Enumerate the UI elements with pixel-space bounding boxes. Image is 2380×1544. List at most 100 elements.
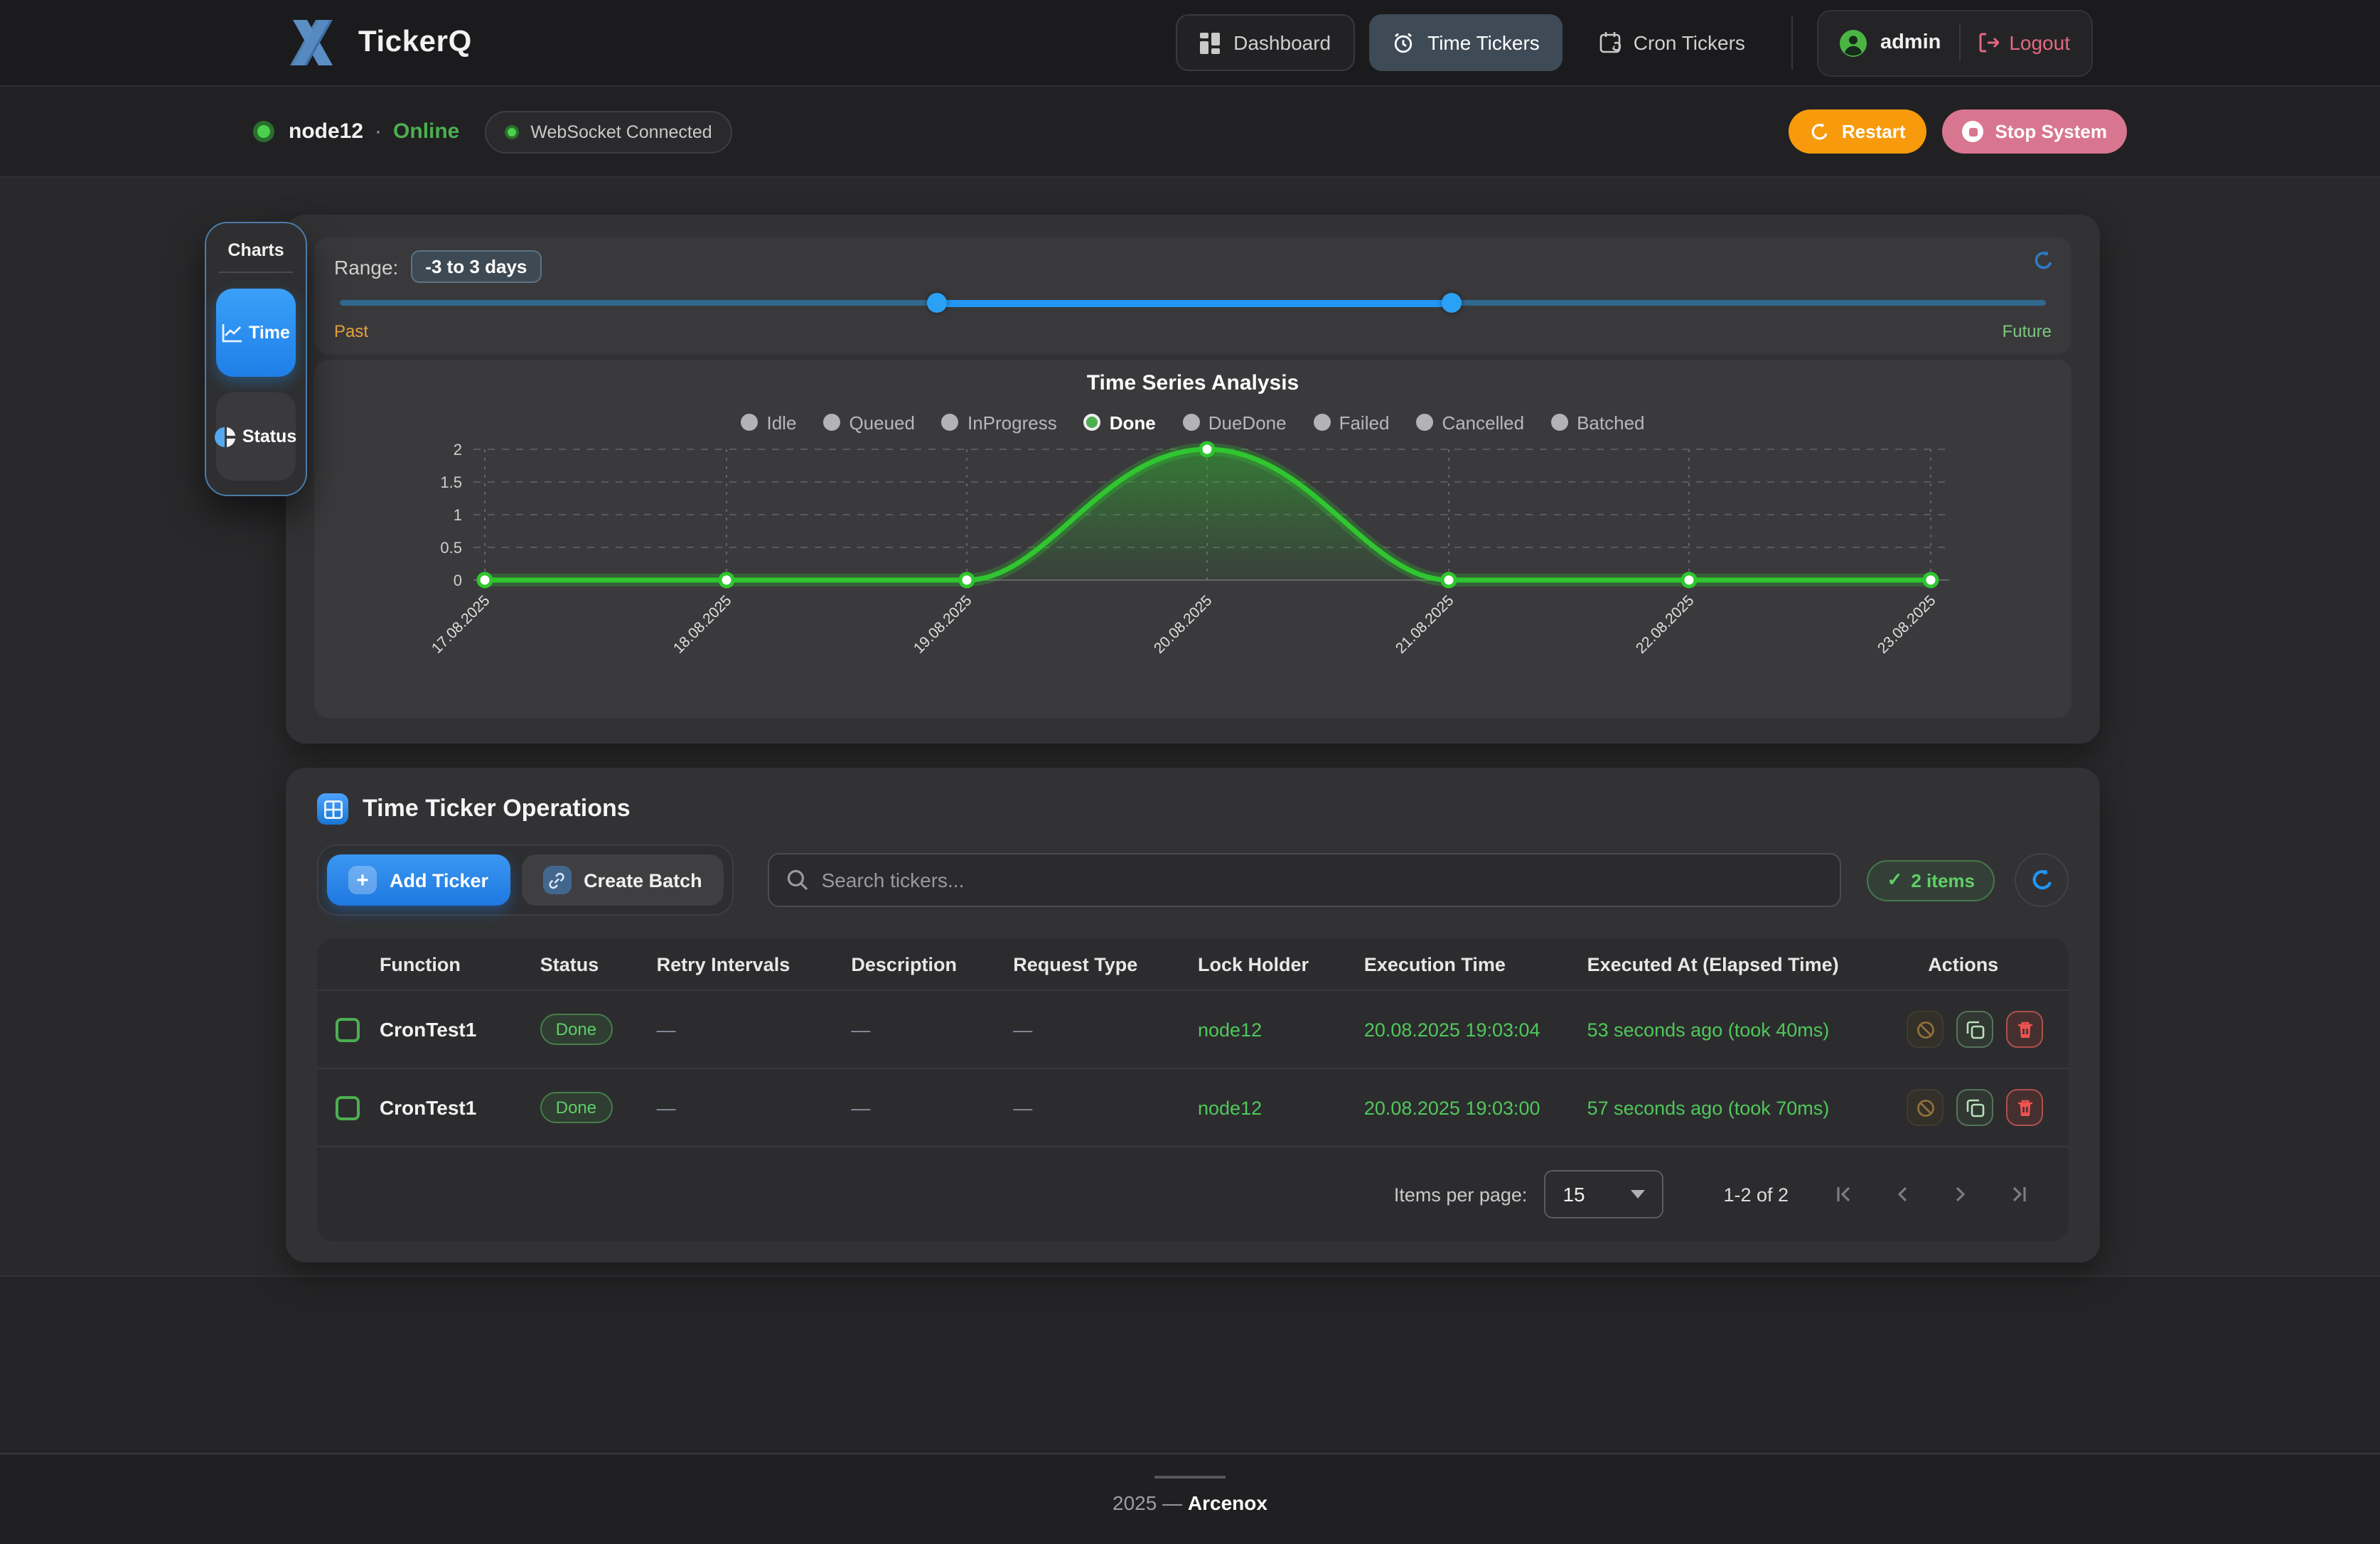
legend-queued[interactable]: Queued (823, 408, 915, 436)
legend-inprogress[interactable]: InProgress (942, 408, 1057, 436)
app-viewport: TickerQ Dashboard (0, 0, 2380, 1544)
cancel-action-button[interactable] (1907, 1089, 1944, 1126)
cell-lock-holder: node12 (1198, 1019, 1364, 1040)
row-checkbox[interactable] (336, 1017, 360, 1041)
delete-action-button[interactable] (2006, 1011, 2043, 1048)
col-description: Description (851, 953, 1013, 975)
last-page-button[interactable] (2009, 1184, 2029, 1204)
col-request-type: Request Type (1013, 953, 1198, 975)
slider-active-track[interactable] (937, 300, 1452, 307)
legend-dot (823, 414, 840, 431)
svg-text:22.08.2025: 22.08.2025 (1633, 592, 1698, 657)
legend-cancelled[interactable]: Cancelled (1416, 408, 1524, 436)
legend-dot (741, 414, 759, 431)
legend-failed[interactable]: Failed (1314, 408, 1390, 436)
slider-handle-end[interactable] (1442, 293, 1462, 313)
cell-retry: — (657, 1019, 852, 1040)
nav-dashboard[interactable]: Dashboard (1175, 14, 1355, 71)
cell-retry: — (657, 1097, 852, 1118)
col-lock-holder: Lock Holder (1198, 953, 1364, 975)
restart-button[interactable]: Restart (1789, 109, 1927, 154)
legend-idle[interactable]: Idle (741, 408, 797, 436)
delete-action-button[interactable] (2006, 1089, 2043, 1126)
nav-cron-tickers[interactable]: Cron Tickers (1577, 14, 1768, 71)
stop-system-button[interactable]: Stop System (1943, 109, 2128, 154)
operations-title: Time Ticker Operations (363, 795, 631, 823)
nav-group: Dashboard Time Tickers (1175, 14, 1768, 71)
search-box (768, 853, 1842, 907)
refresh-button[interactable] (2015, 853, 2069, 907)
stop-label: Stop System (1995, 121, 2108, 142)
items-per-page-select[interactable]: 15 (1544, 1170, 1663, 1218)
legend-duedone[interactable]: DueDone (1183, 408, 1287, 436)
create-batch-label: Create Batch (584, 869, 702, 891)
cancel-action-button[interactable] (1907, 1011, 1944, 1048)
duplicate-action-button[interactable] (1956, 1011, 1993, 1048)
svg-text:1.5: 1.5 (440, 473, 462, 491)
x-axis-ticks: 17.08.2025 18.08.2025 19.08.2025 20.08.2… (429, 592, 1939, 657)
nav-dashboard-label: Dashboard (1233, 31, 1331, 54)
user-name: admin (1880, 31, 1941, 54)
logout-button[interactable]: Logout (1979, 31, 2070, 54)
range-slider[interactable] (334, 293, 2052, 313)
restart-label: Restart (1842, 121, 1906, 142)
search-input[interactable] (822, 869, 1823, 891)
table-row[interactable]: CronTest1 Done — — — node12 20.08.2025 1… (317, 1068, 2069, 1146)
row-checkbox[interactable] (336, 1095, 360, 1120)
operations-card: Time Ticker Operations + Add Ticker (286, 768, 2100, 1262)
cell-function: CronTest1 (380, 1018, 540, 1041)
pagination-bar: Items per page: 15 1-2 of 2 (317, 1146, 2069, 1241)
dashboard-icon (1199, 32, 1221, 53)
table-icon (317, 793, 348, 825)
chart-tab-time[interactable]: Time (216, 289, 296, 377)
legend-done[interactable]: Done (1084, 408, 1156, 436)
chart-legend: Idle Queued InProgress Done DueDone Fail… (314, 408, 2071, 436)
slider-handle-start[interactable] (927, 293, 947, 313)
chart-tab-status[interactable]: Status (216, 392, 296, 481)
cell-description: — (851, 1097, 1013, 1118)
first-page-button[interactable] (1834, 1184, 1854, 1204)
restart-icon (1811, 122, 1830, 141)
node-state: Online (393, 119, 459, 144)
chart-tab-time-label: Time (249, 323, 290, 343)
add-ticker-label: Add Ticker (390, 869, 488, 891)
cell-request-type: — (1013, 1097, 1198, 1118)
legend-batched[interactable]: Batched (1551, 408, 1644, 436)
legend-dot (1416, 414, 1433, 431)
previous-page-button[interactable] (1892, 1184, 1912, 1204)
nav-time-tickers[interactable]: Time Tickers (1369, 14, 1562, 71)
duplicate-action-button[interactable] (1956, 1089, 1993, 1126)
add-ticker-button[interactable]: + Add Ticker (327, 854, 510, 906)
link-icon (542, 866, 571, 894)
next-page-button[interactable] (1951, 1184, 1971, 1204)
range-value-chip: -3 to 3 days (411, 250, 541, 283)
table-row[interactable]: CronTest1 Done — — — node12 20.08.2025 1… (317, 990, 2069, 1068)
cell-execution-time: 20.08.2025 19:03:00 (1364, 1097, 1587, 1118)
cell-lock-holder: node12 (1198, 1097, 1364, 1118)
status-bar: node12 · Online WebSocket Connected Rest… (0, 87, 2380, 178)
footer-dash: — (1162, 1491, 1182, 1514)
charts-panel-title: Charts (216, 235, 296, 272)
items-count-badge: ✓ 2 items (1867, 859, 1995, 901)
col-status: Status (540, 953, 657, 975)
node-name: node12 (289, 119, 363, 144)
cell-executed-at: 53 seconds ago (took 40ms) (1587, 1019, 1894, 1040)
create-batch-button[interactable]: Create Batch (521, 854, 724, 906)
legend-dot (942, 414, 959, 431)
line-chart-icon (222, 323, 243, 343)
websocket-dot (505, 124, 519, 139)
range-label: Range: (334, 255, 398, 278)
websocket-pill: WebSocket Connected (485, 110, 731, 153)
legend-dot (1084, 414, 1101, 431)
legend-dot (1183, 414, 1200, 431)
chart-tab-status-label: Status (242, 427, 296, 446)
svg-text:0: 0 (454, 572, 462, 589)
legend-dot (1551, 414, 1568, 431)
items-per-page-label: Items per page: (1394, 1184, 1528, 1205)
chevron-down-icon (1631, 1190, 1645, 1199)
range-refresh-icon[interactable] (2033, 250, 2054, 272)
col-function: Function (380, 953, 540, 975)
col-actions: Actions (1894, 953, 2069, 975)
svg-text:17.08.2025: 17.08.2025 (429, 592, 493, 657)
line-chart-svg: 2 1.5 1 0.5 0 17.08.2025 18.08.2025 19.0… (314, 436, 2071, 687)
